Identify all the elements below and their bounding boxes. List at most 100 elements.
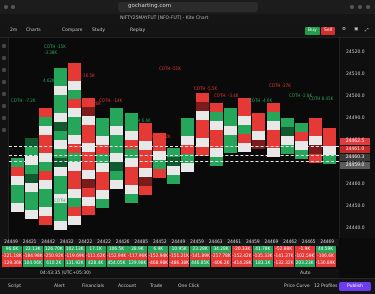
script-tab[interactable]: Script xyxy=(8,284,21,289)
footprint-cell xyxy=(110,117,124,126)
stats-cell: -111.62K xyxy=(85,253,106,260)
footprint-cell xyxy=(124,176,138,185)
text-icon[interactable] xyxy=(2,80,6,84)
footprint-cell xyxy=(96,172,110,181)
stats-cell: -152.42K xyxy=(231,253,252,260)
financials-tab[interactable]: Financials xyxy=(82,284,104,289)
footprint-cell xyxy=(266,112,280,121)
trendline-icon[interactable] xyxy=(2,56,6,60)
stats-cell: -468.98K xyxy=(148,260,169,267)
sidebar-toggle-icon[interactable] xyxy=(4,5,8,9)
trade-tab[interactable]: Trade xyxy=(150,284,162,289)
footprint-cell xyxy=(224,117,237,126)
footprint-cell xyxy=(309,127,323,136)
delta-label: COTH -51K xyxy=(159,66,181,71)
stats-cell: 10.95K xyxy=(169,246,190,253)
trash-icon[interactable] xyxy=(2,128,6,132)
price-tag: 24459.0 xyxy=(340,162,370,169)
replay-button[interactable]: Replay xyxy=(130,28,145,33)
cursor-icon[interactable] xyxy=(2,44,6,48)
stats-price-cell: 24449 xyxy=(171,240,186,245)
url-bar[interactable]: gocharting.com xyxy=(118,2,258,12)
footprint-cell xyxy=(25,210,39,219)
footprint-cell xyxy=(266,121,280,130)
footprint-cell xyxy=(124,158,138,167)
footprint-cell xyxy=(238,107,252,116)
ruler-icon[interactable] xyxy=(2,92,6,96)
compare-button[interactable]: Compare xyxy=(62,28,82,33)
footprint-cell xyxy=(181,163,195,172)
auto-scale-toggle[interactable]: Auto xyxy=(300,271,310,276)
stats-cell: 131.92K xyxy=(64,260,85,267)
price-level-line xyxy=(9,161,339,162)
back-icon[interactable] xyxy=(11,5,15,9)
footprint-cell xyxy=(96,181,110,190)
footprint-chart[interactable]: COTH -15K -3.38K COTH: -7.2K 4.62K COTH -16.… xyxy=(9,38,339,238)
footprint-cell xyxy=(25,201,39,210)
stats-price-cell: 24422 xyxy=(97,240,111,245)
camera-icon[interactable]: ▣ xyxy=(354,27,358,32)
stats-cell: -221.18K xyxy=(2,253,22,260)
alert-tab[interactable]: Alert xyxy=(54,284,65,289)
footprint-cell xyxy=(53,167,67,176)
buy-button[interactable]: Buy xyxy=(305,27,320,35)
stats-price-cell: 24459 xyxy=(190,240,204,245)
stats-cell: -129.36K xyxy=(2,260,22,267)
fullscreen-icon[interactable]: ⤢ xyxy=(365,27,369,33)
stats-price-cell: 24485 xyxy=(134,240,149,245)
footprint-cell xyxy=(53,212,67,221)
delta-label: COTH 8.45K xyxy=(309,96,334,101)
price-tick: 24460.0 xyxy=(346,182,365,187)
settings-icon[interactable]: ⚙ xyxy=(342,27,346,32)
stats-price-cell: 24462 xyxy=(283,240,297,245)
price-level-line xyxy=(9,155,339,156)
stats-cell: -152.94K xyxy=(148,253,169,260)
footprint-cell xyxy=(11,158,24,167)
publish-button[interactable]: Publish xyxy=(339,282,371,291)
footprint-cell xyxy=(295,132,308,141)
price-curve-button[interactable]: Price Curve xyxy=(284,284,310,289)
footprint-cell xyxy=(82,179,95,188)
footprint-cell xyxy=(167,166,181,175)
footprint-cell xyxy=(138,123,152,132)
footprint-cell xyxy=(124,167,138,176)
account-tab[interactable]: Account xyxy=(118,284,136,289)
price-axis[interactable]: 24520.024510.024500.024490.024480.024470… xyxy=(339,38,375,238)
footprint-cell xyxy=(25,165,39,174)
footprint-cell xyxy=(181,118,195,127)
study-button[interactable]: Study xyxy=(92,28,105,33)
stats-price-cell: 24469 xyxy=(264,240,279,245)
footprint-cell xyxy=(323,155,337,164)
stats-cell: -52.88K xyxy=(273,246,294,253)
share-icon[interactable] xyxy=(350,5,354,9)
footprint-cell xyxy=(67,90,81,99)
price-tick: 24490.0 xyxy=(346,116,365,121)
lock-icon[interactable] xyxy=(2,116,6,120)
footprint-cell xyxy=(181,136,195,145)
stats-price-cell: 24452 xyxy=(152,240,167,245)
profiles-button[interactable]: 12 Profiles xyxy=(314,284,338,289)
charts-button[interactable]: Charts xyxy=(26,28,41,33)
new-tab-icon[interactable] xyxy=(358,5,362,9)
fib-icon[interactable] xyxy=(2,68,6,72)
stats-cell: 44.59K xyxy=(315,246,336,253)
footprint-cell xyxy=(252,113,266,122)
sell-button[interactable]: Sell xyxy=(321,27,336,35)
footprint-cell xyxy=(11,203,24,212)
one-click-tab[interactable]: One Click xyxy=(178,284,199,289)
interval-selector[interactable]: 2m xyxy=(10,28,17,33)
magnet-icon[interactable] xyxy=(2,104,6,108)
footprint-cell xyxy=(67,189,81,198)
tabs-icon[interactable] xyxy=(366,5,370,9)
stats-row-delta: 96.6K 22.13K 126.70K 102.13K 17.1K 106.5K 28.9… xyxy=(0,246,339,253)
footprint-cell xyxy=(124,149,138,158)
price-tag: 24461.0 xyxy=(340,146,370,153)
footprint-cell xyxy=(252,122,266,131)
footprint-cell xyxy=(266,103,280,112)
stats-cell: -135.33K xyxy=(252,253,273,260)
footprint-cell xyxy=(96,136,110,145)
footprint-cell xyxy=(280,127,294,136)
footprint-cell xyxy=(167,175,181,184)
stats-price-cell: 24422 xyxy=(78,240,93,245)
footprint-cell xyxy=(53,122,67,131)
